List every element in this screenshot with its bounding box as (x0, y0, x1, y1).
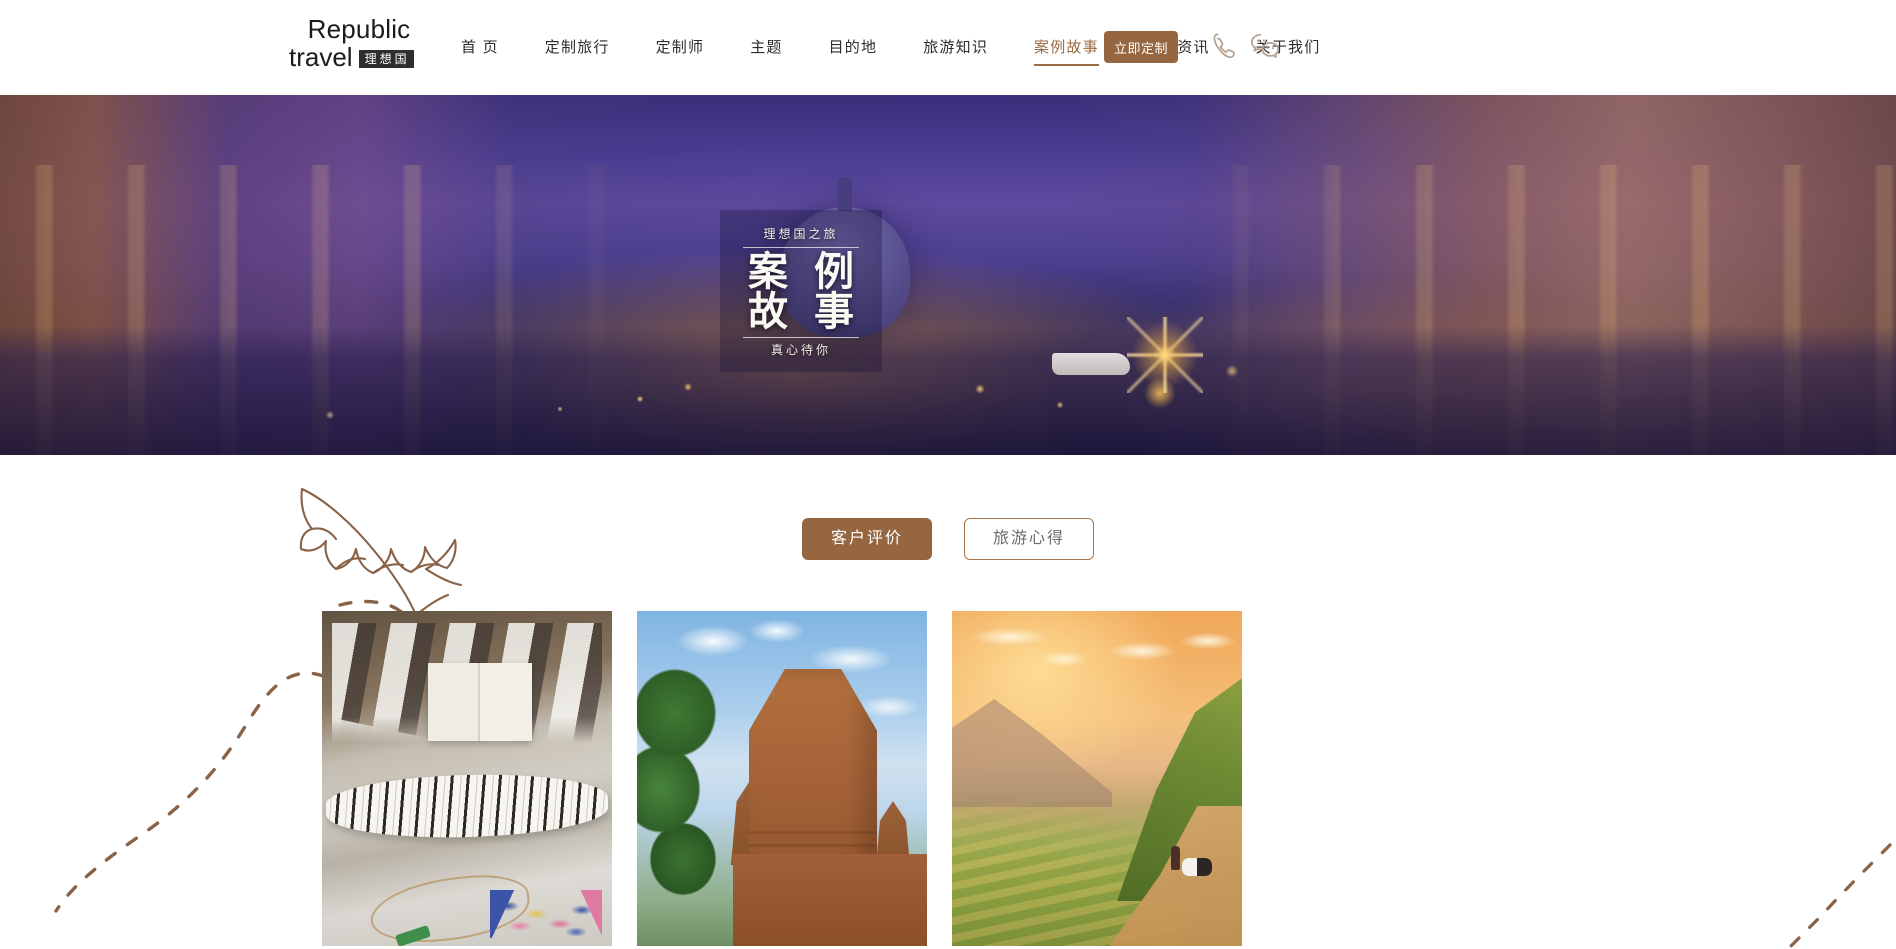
nav-destination[interactable]: 目的地 (806, 30, 901, 66)
customize-now-button[interactable]: 立即定制 (1104, 31, 1178, 63)
main-content: 客户评价 旅游心得 (0, 455, 1896, 949)
site-header: Republic travel 理想国 首 页 定制旅行 定制师 主题 目的地 … (0, 0, 1896, 95)
dashed-path-decoration-right (1788, 843, 1892, 949)
logo-badge-chinese: 理想国 (358, 50, 414, 68)
tower-base (733, 854, 927, 946)
site-logo[interactable]: Republic travel 理想国 (289, 16, 429, 70)
green-tree (637, 653, 743, 923)
walking-person (1171, 846, 1180, 870)
water-buffalo (1182, 858, 1212, 876)
tab-travel-insights[interactable]: 旅游心得 (964, 518, 1095, 560)
hero-city-lights (0, 319, 1896, 429)
hero-banner: 理想国之旅 案 例 故 事 真心待你 (0, 95, 1896, 455)
nav-designer[interactable]: 定制师 (633, 30, 728, 66)
logo-text-line1: Republic (307, 14, 411, 44)
tab-customer-reviews[interactable]: 客户评价 (801, 518, 932, 560)
nav-theme[interactable]: 主题 (727, 30, 805, 66)
hero-title-line1: 案 例 (748, 248, 862, 294)
hero-title-plaque: 理想国之旅 案 例 故 事 真心待你 (720, 210, 882, 372)
hero-eyebrow: 理想国之旅 (763, 226, 839, 241)
case-card-cham-tower[interactable] (637, 611, 927, 946)
hero-light-starburst (1127, 317, 1203, 393)
colored-clothespins (490, 890, 602, 938)
case-card-rice-terrace[interactable] (952, 611, 1242, 946)
phone-icon[interactable] (1208, 29, 1242, 63)
hero-rule-top (743, 246, 859, 248)
hero-rule-bottom (743, 336, 859, 338)
logo-text-line2: travel (289, 42, 353, 72)
wechat-icon[interactable] (1248, 29, 1282, 63)
nav-home[interactable]: 首 页 (438, 30, 522, 66)
story-tabs: 客户评价 旅游心得 (0, 518, 1896, 560)
gift-boxes (428, 663, 532, 741)
nav-travel-knowledge[interactable]: 旅游知识 (900, 30, 1011, 66)
hero-boat (1052, 353, 1130, 375)
case-card-memorabilia[interactable] (322, 611, 612, 946)
hero-title-line2: 故 事 (748, 288, 862, 334)
case-story-card-grid (322, 611, 1242, 946)
nav-custom-travel[interactable]: 定制旅行 (522, 30, 633, 66)
hero-subtitle: 真心待你 (770, 342, 831, 357)
